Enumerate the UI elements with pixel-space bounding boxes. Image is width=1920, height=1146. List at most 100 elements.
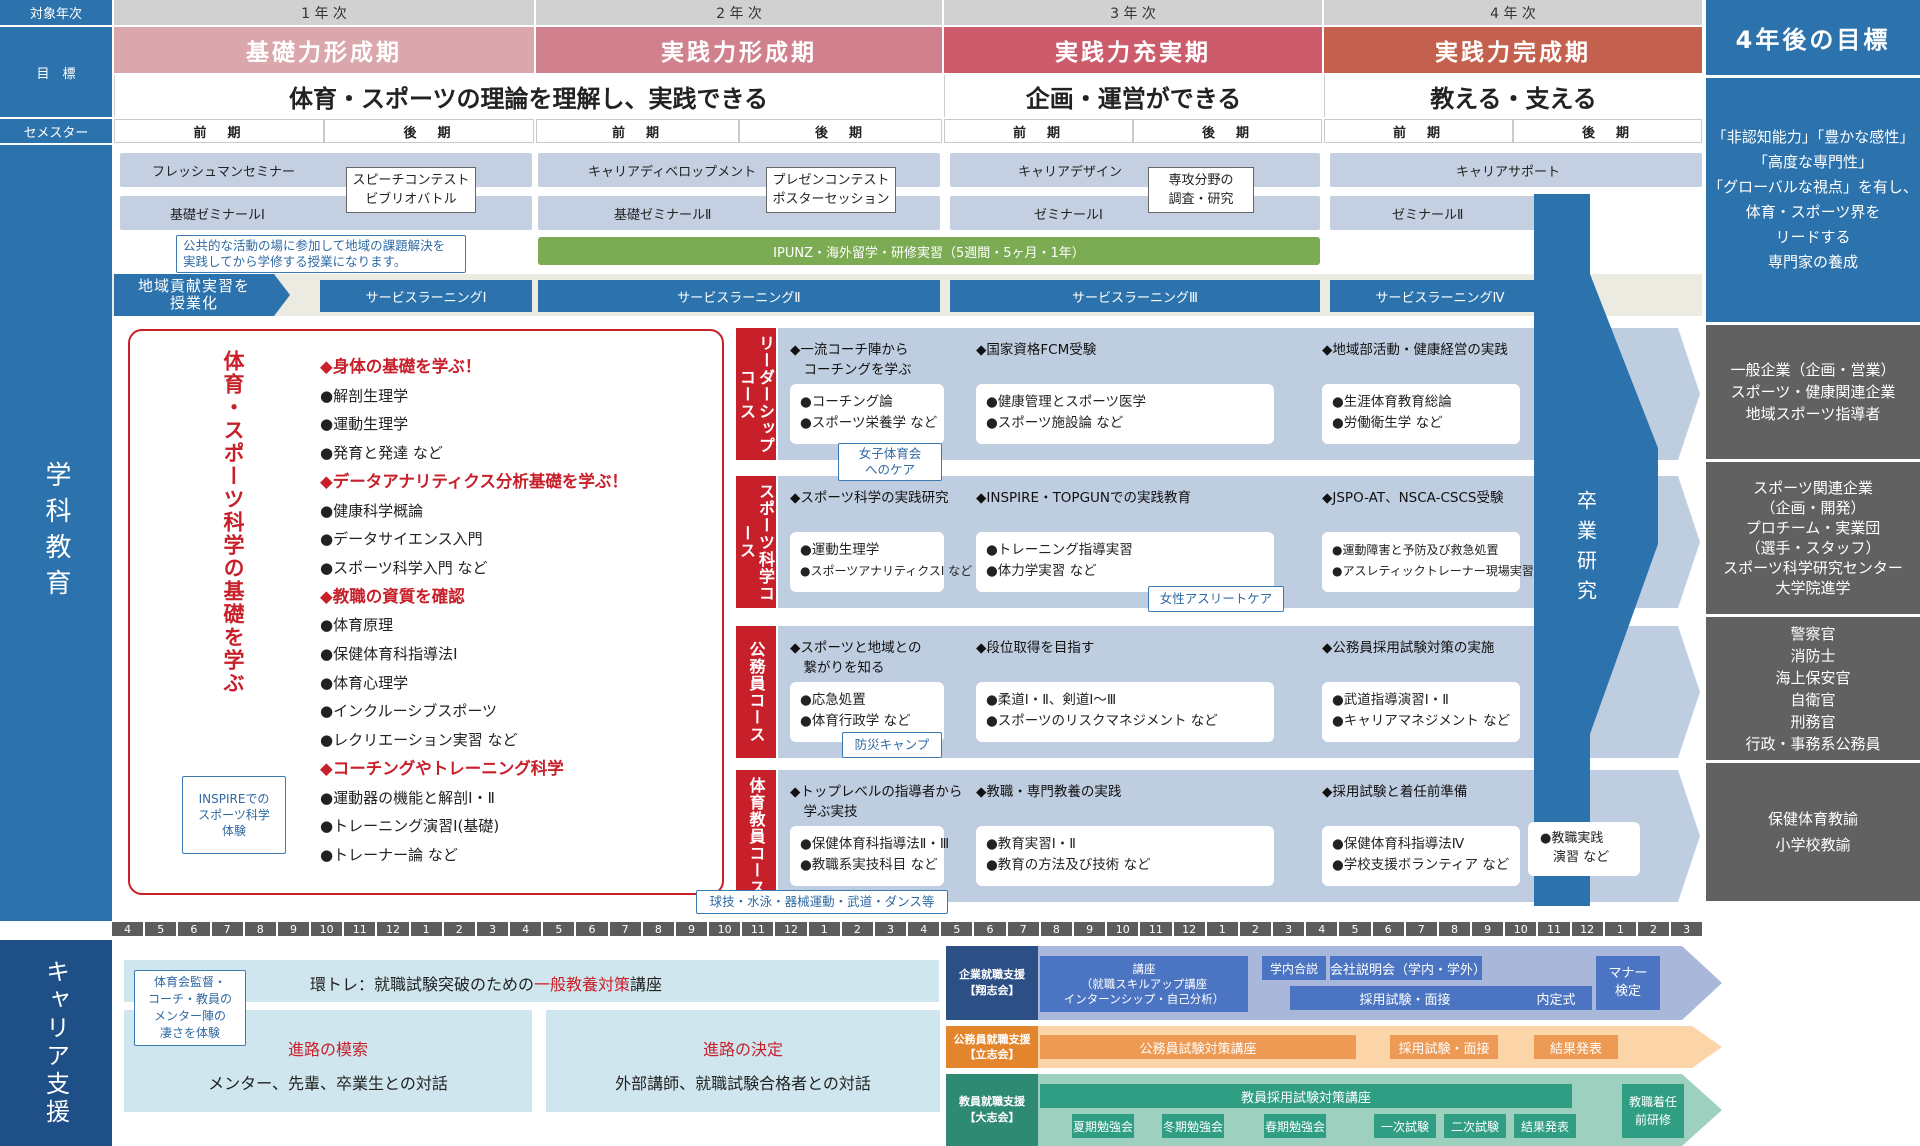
course-subject: ●体育行政学 など <box>800 713 911 729</box>
note-line: へのケア <box>864 462 915 477</box>
teaching-practicum-box: ●教職実践 演習 など <box>1528 822 1640 876</box>
course-subject: ●保健体育科指導法Ⅱ・Ⅲ <box>800 836 950 852</box>
outcome: スポーツ科学研究センター <box>1723 559 1903 577</box>
note-line: INSPIREでの <box>198 792 270 806</box>
presentation-line: プレゼンコンテスト <box>772 173 890 188</box>
course-subject-box: ●柔道Ⅰ・Ⅱ、剣道Ⅰ〜Ⅲ ●スポーツのリスクマネジメント など <box>976 682 1274 742</box>
course-task: ◆スポーツと地域との 繋がりを知る <box>790 638 970 678</box>
foundation-item: ●運動器の機能と解剖Ⅰ・Ⅱ <box>320 788 495 807</box>
course-subject: ●体力学実習 など <box>986 563 1097 579</box>
semester-7: 前 期 <box>1324 119 1513 143</box>
outcome: 小学校教諭 <box>1775 836 1851 854</box>
after-goals-title: 4年後の目標 <box>1706 0 1920 75</box>
outcome: 警察官 <box>1790 624 1836 643</box>
course-subject: ●スポーツアナリティクスⅠ など <box>800 564 973 578</box>
career-label: キャリア支援 <box>0 940 112 1146</box>
month-cell: 2 <box>1637 922 1670 936</box>
month-cell: 2 <box>841 922 873 936</box>
label-line: 企業就職支援 <box>959 968 1025 981</box>
course-subject-box: ●教育実習Ⅰ・Ⅱ ●教育の方法及び技術 など <box>976 826 1274 886</box>
course-subject: ●スポーツ栄養学 など <box>800 415 938 431</box>
month-cell: 2 <box>1239 922 1272 936</box>
outcome: スポーツ・健康関連企業 <box>1730 383 1896 401</box>
coach-mentor-note: 体育会監督・ コーチ・教員の メンター陣の 凄さを体験 <box>134 970 246 1046</box>
foundation-title: 体育・スポーツ科学の基礎を学ぶ <box>221 350 245 695</box>
month-cell: 9 <box>277 922 310 936</box>
month-cell: 1 <box>410 922 442 936</box>
course-band-arrow <box>1678 476 1700 608</box>
month-cell: 12 <box>377 922 409 936</box>
course-task: ◆国家資格FCM受験 <box>976 340 1306 360</box>
course-task-line: ◆INSPIRE・TOPGUNでの実践教育 <box>976 490 1192 506</box>
course-subject-box: ●運動生理学 ●スポーツアナリティクスⅠ など <box>790 532 973 592</box>
month-cell: 11 <box>742 922 774 936</box>
service-learning-1: サービスラーニングⅠ <box>320 280 532 312</box>
month-cell: 9 <box>1472 922 1504 936</box>
first-exam: 一次試験 <box>1374 1114 1436 1138</box>
course-subject: ●運動生理学 <box>800 542 880 558</box>
goal-year-4: 教える・支える <box>1324 75 1702 117</box>
course-subject: ●トレーニング指導実習 <box>986 542 1133 558</box>
speech-line: スピーチコンテスト <box>352 173 470 188</box>
month-cell: 5 <box>145 922 177 936</box>
month-cell: 12 <box>775 922 807 936</box>
course-subject-box: ●運動障害と予防及び救急処置 ●アスレティックトレーナー現場実習 など <box>1322 532 1562 592</box>
kantore-part: 環トレ：就職試験突破のための <box>310 975 535 994</box>
course-tag: スポーツ科学コース <box>736 476 776 608</box>
foundation-heading: ◆データアナリティクス分析基礎を学ぶ！ <box>320 471 628 491</box>
training-line: 教職着任 <box>1628 1095 1677 1109</box>
after-goal-line: 「グローバルな視点」を有し、 <box>1708 178 1918 196</box>
note-line: 公共的な活動の場に参加して地域の課題解決を <box>183 238 446 253</box>
foundation-item: ●トレーニング演習Ⅰ(基礎) <box>320 817 500 836</box>
goal-label: 目 標 <box>0 27 112 117</box>
outcome: 刑務官 <box>1790 712 1836 731</box>
course-note: 球技・水泳・器械運動・武道・ダンス等 <box>696 890 948 914</box>
course-note: 防災キャンプ <box>842 732 942 758</box>
month-cell: 6 <box>178 922 210 936</box>
month-cell: 1 <box>1206 922 1238 936</box>
corp-exam-interview: 採用試験・面接 <box>1290 986 1520 1010</box>
goal-year-3: 企画・運営ができる <box>944 75 1322 117</box>
public-exam-interview: 採用試験・面接 <box>1390 1035 1498 1059</box>
course-task-line: ◆一流コーチ陣から <box>790 342 909 358</box>
corp-lecture: 講座 （就職スキルアップ講座 インターンシップ・自己分析） <box>1040 956 1248 1012</box>
course-subject: ●生涯体育教育総論 <box>1332 394 1452 410</box>
label-line: 【大志会】 <box>964 1111 1020 1124</box>
course-tag: 体育教員コース <box>736 770 776 902</box>
month-cell: 8 <box>1040 922 1072 936</box>
label-line: 教員就職支援 <box>959 1095 1025 1108</box>
note-line: 女性アスリートケア <box>1159 591 1273 606</box>
spring-study: 春期勉強会 <box>1264 1114 1326 1138</box>
summer-study: 夏期勉強会 <box>1072 1114 1134 1138</box>
corp-support-label: 企業就職支援 【翔志会】 <box>946 946 1038 1020</box>
service-learning-3: サービスラーニングⅢ <box>950 280 1320 312</box>
course-band-arrow <box>1678 328 1700 460</box>
community-practice-label: 地域貢献実習を 授業化 <box>114 274 274 316</box>
semester-3: 前 期 <box>536 119 739 143</box>
after-goal-line: 「高度な専門性」 <box>1752 153 1873 171</box>
month-cell: 12 <box>1173 922 1205 936</box>
month-cell: 1 <box>1604 922 1636 936</box>
outcome: 行政・事務系公務員 <box>1745 734 1881 753</box>
foundation-heading: ◆コーチングやトレーニング科学 <box>320 758 564 778</box>
campus-job-fair: 学内合説 <box>1262 956 1326 980</box>
after-goal-line: 専門家の養成 <box>1767 253 1858 271</box>
month-cell: 3 <box>874 922 907 936</box>
label-line: 公務員就職支援 <box>953 1033 1031 1046</box>
note-line: スポーツ科学 <box>198 808 270 822</box>
note-line: 実践してから学修する授業になります。 <box>183 254 407 269</box>
course-subject: ●キャリアマネジメント など <box>1332 713 1511 729</box>
course-subject-box: ●生涯体育教育総論 ●労働衛生学 など <box>1322 384 1520 444</box>
course-task-line: ◆国家資格FCM受験 <box>976 342 1097 358</box>
research-line: 専攻分野の <box>1168 173 1234 188</box>
course-subject: ●スポーツのリスクマネジメント など <box>986 713 1218 729</box>
course-subject-box: ●保健体育科指導法Ⅱ・Ⅲ ●教職系実技科目 など <box>790 826 950 886</box>
academic-label: 学科教育 <box>0 145 112 921</box>
month-timeline: 4 5 6 7 8 9 10 11 12 1 2 3 4 5 6 7 8 9 10 11 12 1 2 3 4 5 6 7 8 9 10 11… <box>112 922 1703 936</box>
public-support-label: 公務員就職支援 【立志会】 <box>946 1026 1038 1068</box>
path-explore-title: 進路の模索 <box>287 1040 368 1059</box>
month-cell: 4 <box>1306 922 1338 936</box>
company-briefing: 会社説明会（学内・学外） <box>1330 956 1486 980</box>
course-task-line: ◆トップレベルの指導者から <box>790 784 963 800</box>
manner-line: マナー <box>1608 966 1648 981</box>
